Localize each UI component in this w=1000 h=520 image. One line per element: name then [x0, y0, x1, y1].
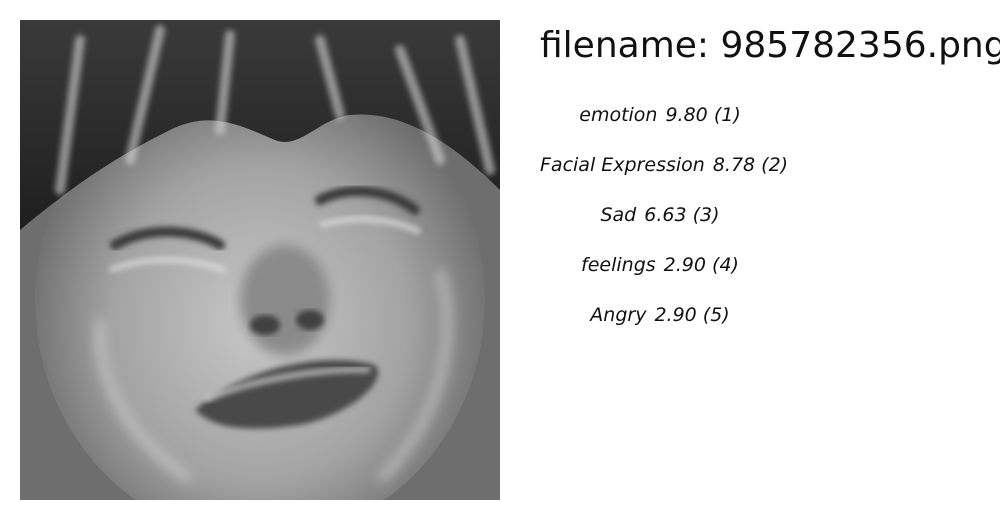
- tag-row: Sad 6.633: [540, 198, 780, 248]
- tag-label: Facial Expression: [540, 154, 705, 176]
- tag-score: 9.80: [665, 104, 708, 126]
- tag-score: 2.90: [663, 254, 706, 276]
- tag-label: Sad: [600, 204, 637, 226]
- tag-score: 6.63: [644, 204, 687, 226]
- tag-label: feelings: [581, 254, 656, 276]
- face-photo: [20, 20, 500, 500]
- filename-title: filename: 985782356.png: [540, 25, 1000, 66]
- tag-rank: 3: [687, 204, 720, 226]
- tag-label: Angry: [590, 304, 647, 326]
- tag-rank: 2: [755, 154, 788, 176]
- tag-list: emotion 9.801 Facial Expression 8.782 Sad 6…: [540, 98, 788, 348]
- tag-score: 8.78: [712, 154, 756, 176]
- tag-rank: 5: [697, 304, 730, 326]
- tag-rank: 4: [706, 254, 739, 276]
- tag-rank: 1: [708, 104, 741, 126]
- tag-row: feelings 2.904: [540, 248, 780, 298]
- tag-score: 2.90: [654, 304, 697, 326]
- tag-row: Facial Expression 8.782: [540, 148, 788, 198]
- tag-label: emotion: [579, 104, 658, 126]
- tag-row: Angry 2.905: [540, 298, 780, 348]
- tag-row: emotion 9.801: [540, 98, 780, 148]
